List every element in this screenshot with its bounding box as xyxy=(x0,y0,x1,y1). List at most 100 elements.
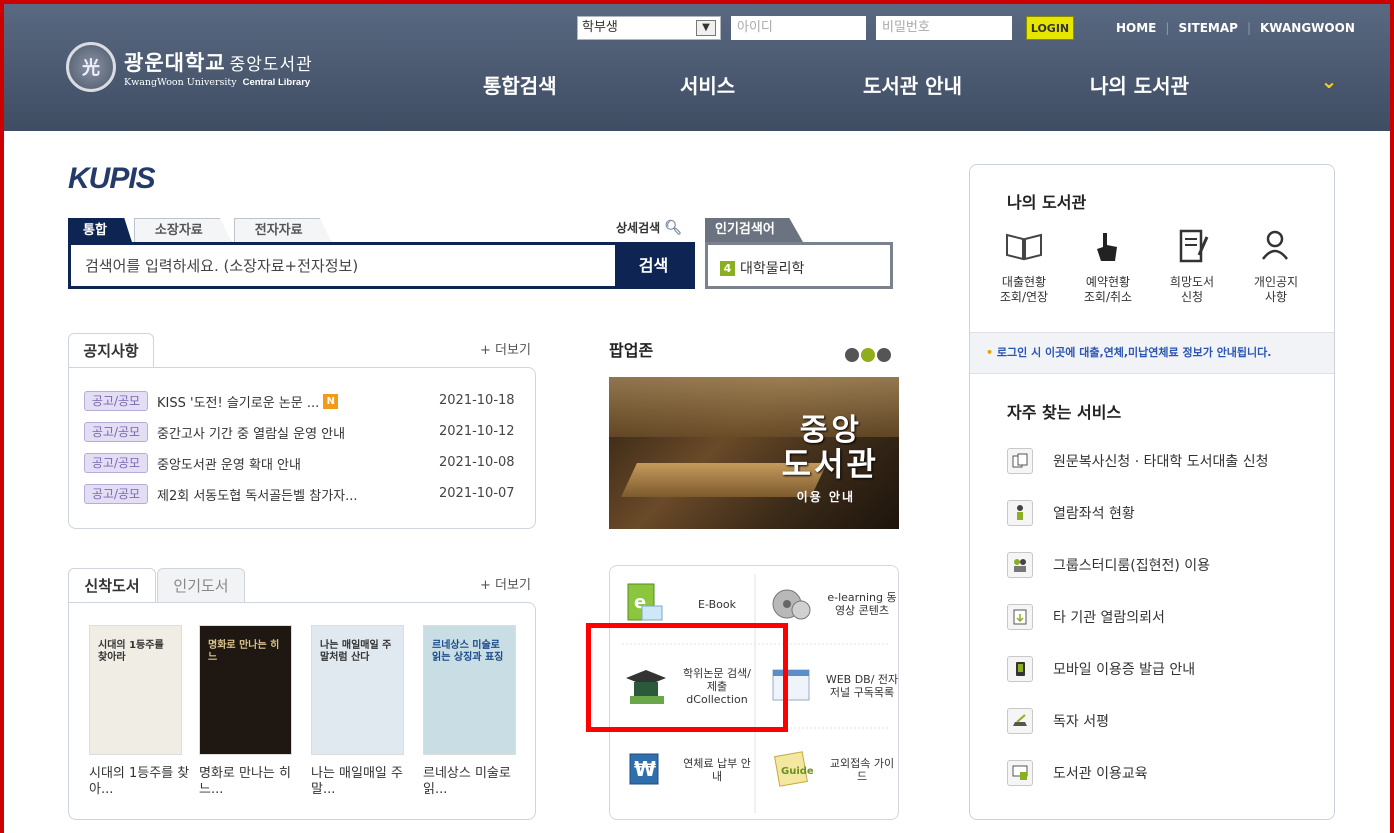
notice-title[interactable]: 제2회 서동도협 독서골든벨 참가자... xyxy=(157,485,358,504)
popular-keyword[interactable]: 4 대학물리학 xyxy=(720,258,804,278)
my-item-label: 예약현황 xyxy=(1085,275,1131,289)
seat-icon xyxy=(1007,500,1033,526)
popup-banner[interactable]: 중앙 도서관 이용 안내 xyxy=(609,377,899,529)
book-cover[interactable]: 명화로 만나는 히느 xyxy=(199,625,292,755)
notice-more-link[interactable]: + 더보기 xyxy=(480,339,531,358)
chevron-down-icon[interactable]: ⌄ xyxy=(1318,70,1340,92)
books-more-link[interactable]: + 더보기 xyxy=(480,574,531,593)
nav-my-library[interactable]: 나의 도서관 xyxy=(1090,70,1189,99)
tab-integrated[interactable]: 통합 xyxy=(68,218,132,242)
nav-library-guide[interactable]: 도서관 안내 xyxy=(863,70,962,99)
notice-panel: 공고/공모 KISS '도전! 슬기로운 논문 ... N 2021-10-18… xyxy=(68,367,536,529)
favorite-services-title: 자주 찾는 서비스 xyxy=(1007,403,1122,422)
notice-title[interactable]: 중간고사 기간 중 열람실 운영 안내 xyxy=(157,423,345,442)
favorite-service[interactable]: 원문복사신청 · 타대학 도서대출 신청 xyxy=(1007,448,1268,474)
my-item-label: 조회/취소 xyxy=(1083,290,1133,304)
notice-row[interactable]: 공고/공모 제2회 서동도협 독서골든벨 참가자... xyxy=(84,484,358,504)
notice-title[interactable]: KISS '도전! 슬기로운 논문 ... xyxy=(157,392,319,411)
notice-title[interactable]: 중앙도서관 운영 확대 안내 xyxy=(157,454,301,473)
book-cover-title: 명화로 만나는 히느 xyxy=(208,640,280,663)
nav-integrated-search[interactable]: 통합검색 xyxy=(483,70,557,99)
slider-dot[interactable] xyxy=(845,348,859,362)
user-type-select[interactable]: 학부생 ▼ xyxy=(577,16,721,40)
book-title[interactable]: 명화로 만나는 히느... xyxy=(199,766,304,798)
favorite-service[interactable]: 도서관 이용교육 xyxy=(1007,760,1148,786)
logo-english-library: Central Library xyxy=(242,76,311,88)
my-library-title: 나의 도서관 xyxy=(1007,193,1087,212)
id-input[interactable]: 아이디 xyxy=(731,16,866,40)
search-input[interactable]: 검색어를 입력하세요. (소장자료+전자정보) xyxy=(85,255,358,276)
my-loans[interactable]: 대출현황 조회/연장 xyxy=(984,225,1064,305)
logo-library-name: 중앙도서관 xyxy=(229,54,313,75)
my-book-request[interactable]: 희망도서 신청 xyxy=(1152,225,1232,305)
kwangwoon-link[interactable]: KWANGWOON xyxy=(1260,21,1355,35)
film-reel-icon xyxy=(772,589,811,620)
login-button[interactable]: LOGIN xyxy=(1026,16,1074,40)
my-reservations[interactable]: 예약현황 조회/취소 xyxy=(1068,225,1148,305)
category-badge: 공고/공모 xyxy=(84,422,148,442)
search-button[interactable]: 검색 xyxy=(615,245,692,286)
service-label: 교외접속 가이드 xyxy=(829,757,895,783)
favorite-service[interactable]: 열람좌석 현황 xyxy=(1007,500,1135,526)
favorite-service-label: 타 기관 열람의뢰서 xyxy=(1053,610,1165,626)
favorite-service[interactable]: 그룹스터디룸(집현전) 이용 xyxy=(1007,552,1210,578)
ebook-icon: e xyxy=(627,583,663,621)
tab-popular-books[interactable]: 인기도서 xyxy=(157,568,245,603)
notice-row[interactable]: 공고/공모 중앙도서관 운영 확대 안내 xyxy=(84,453,301,473)
new-badge: N xyxy=(323,393,339,409)
my-item-label: 사항 xyxy=(1264,290,1288,304)
book-cover[interactable]: 르네상스 미술로 읽는 상징과 표징 xyxy=(423,625,516,755)
service-overdue-fee[interactable]: ₩ 연체료 납부 안내 xyxy=(610,728,755,812)
home-link[interactable]: HOME xyxy=(1116,21,1156,35)
favorite-service[interactable]: 독자 서평 xyxy=(1007,708,1109,734)
login-info-text: 로그인 시 이곳에 대출,연체,미납연체료 정보가 안내됩니다. xyxy=(996,346,1272,359)
my-item-label: 신청 xyxy=(1180,290,1204,304)
svg-text:Guide: Guide xyxy=(781,766,813,777)
service-remote-access[interactable]: Guide 교외접속 가이드 xyxy=(755,728,900,812)
won-bill-icon: ₩ xyxy=(629,753,659,785)
book-title[interactable]: 시대의 1등주를 찾아... xyxy=(89,766,194,798)
my-item-label: 대출현황 xyxy=(1001,275,1047,289)
my-notices[interactable]: 개인공지 사항 xyxy=(1236,225,1316,305)
favorite-service-label: 모바일 이용증 발급 안내 xyxy=(1053,662,1196,678)
copy-docs-icon xyxy=(1007,448,1033,474)
notice-date: 2021-10-12 xyxy=(439,424,515,439)
notice-row[interactable]: 공고/공모 KISS '도전! 슬기로운 논문 ... N xyxy=(84,391,339,411)
tab-holdings[interactable]: 소장자료 xyxy=(133,218,232,242)
popup-zone-title: 팝업존 xyxy=(609,341,654,360)
book-title[interactable]: 르네상스 미술로 읽... xyxy=(423,766,528,798)
slider-dot[interactable] xyxy=(861,348,875,362)
tab-electronic[interactable]: 전자자료 xyxy=(233,218,332,242)
dropdown-arrow-icon[interactable]: ▼ xyxy=(696,20,716,36)
university-seal-icon: 光 xyxy=(66,42,116,92)
category-badge: 공고/공모 xyxy=(84,391,148,411)
favorite-service[interactable]: 타 기관 열람의뢰서 xyxy=(1007,604,1165,630)
popular-keyword-text: 대학물리학 xyxy=(740,261,805,277)
notice-row[interactable]: 공고/공모 중간고사 기간 중 열람실 운영 안내 xyxy=(84,422,345,442)
rank-badge: 4 xyxy=(720,260,735,276)
magnifier-icon: 🔍︎ xyxy=(664,220,683,236)
password-input[interactable]: 비밀번호 xyxy=(876,16,1012,40)
login-bar: 학부생 ▼ 아이디 비밀번호 LOGIN xyxy=(577,16,1074,40)
link-separator: | xyxy=(1165,21,1170,35)
logo-university-name: 광운대학교 xyxy=(124,50,226,75)
book-title[interactable]: 나는 매일매일 주말... xyxy=(311,766,416,798)
library-logo[interactable]: 光 광운대학교 중앙도서관 KwangWoon University Central… xyxy=(66,42,313,92)
category-badge: 공고/공모 xyxy=(84,453,148,473)
favorite-service[interactable]: 모바일 이용증 발급 안내 xyxy=(1007,656,1195,682)
favorite-service-label: 원문복사신청 · 타대학 도서대출 신청 xyxy=(1053,454,1269,470)
person-icon xyxy=(1262,230,1288,260)
book-cover[interactable]: 나는 매일매일 주말처럼 산다 xyxy=(311,625,404,755)
detail-search-link[interactable]: 상세검색 🔍︎ xyxy=(616,219,682,236)
slider-dot[interactable] xyxy=(877,348,891,362)
note-pen-icon xyxy=(1179,229,1209,263)
tab-new-books[interactable]: 신착도서 xyxy=(68,568,156,603)
link-separator: | xyxy=(1246,21,1251,35)
banner-line-3: 이용 안내 xyxy=(796,490,855,504)
category-badge: 공고/공모 xyxy=(84,484,148,504)
sitemap-link[interactable]: SITEMAP xyxy=(1178,21,1238,35)
nav-services[interactable]: 서비스 xyxy=(680,70,735,99)
tab-notice[interactable]: 공지사항 xyxy=(68,333,154,368)
popular-keywords-tab[interactable]: 인기검색어 xyxy=(705,218,803,242)
book-cover[interactable]: 시대의 1등주를 찾아라 xyxy=(89,625,182,755)
